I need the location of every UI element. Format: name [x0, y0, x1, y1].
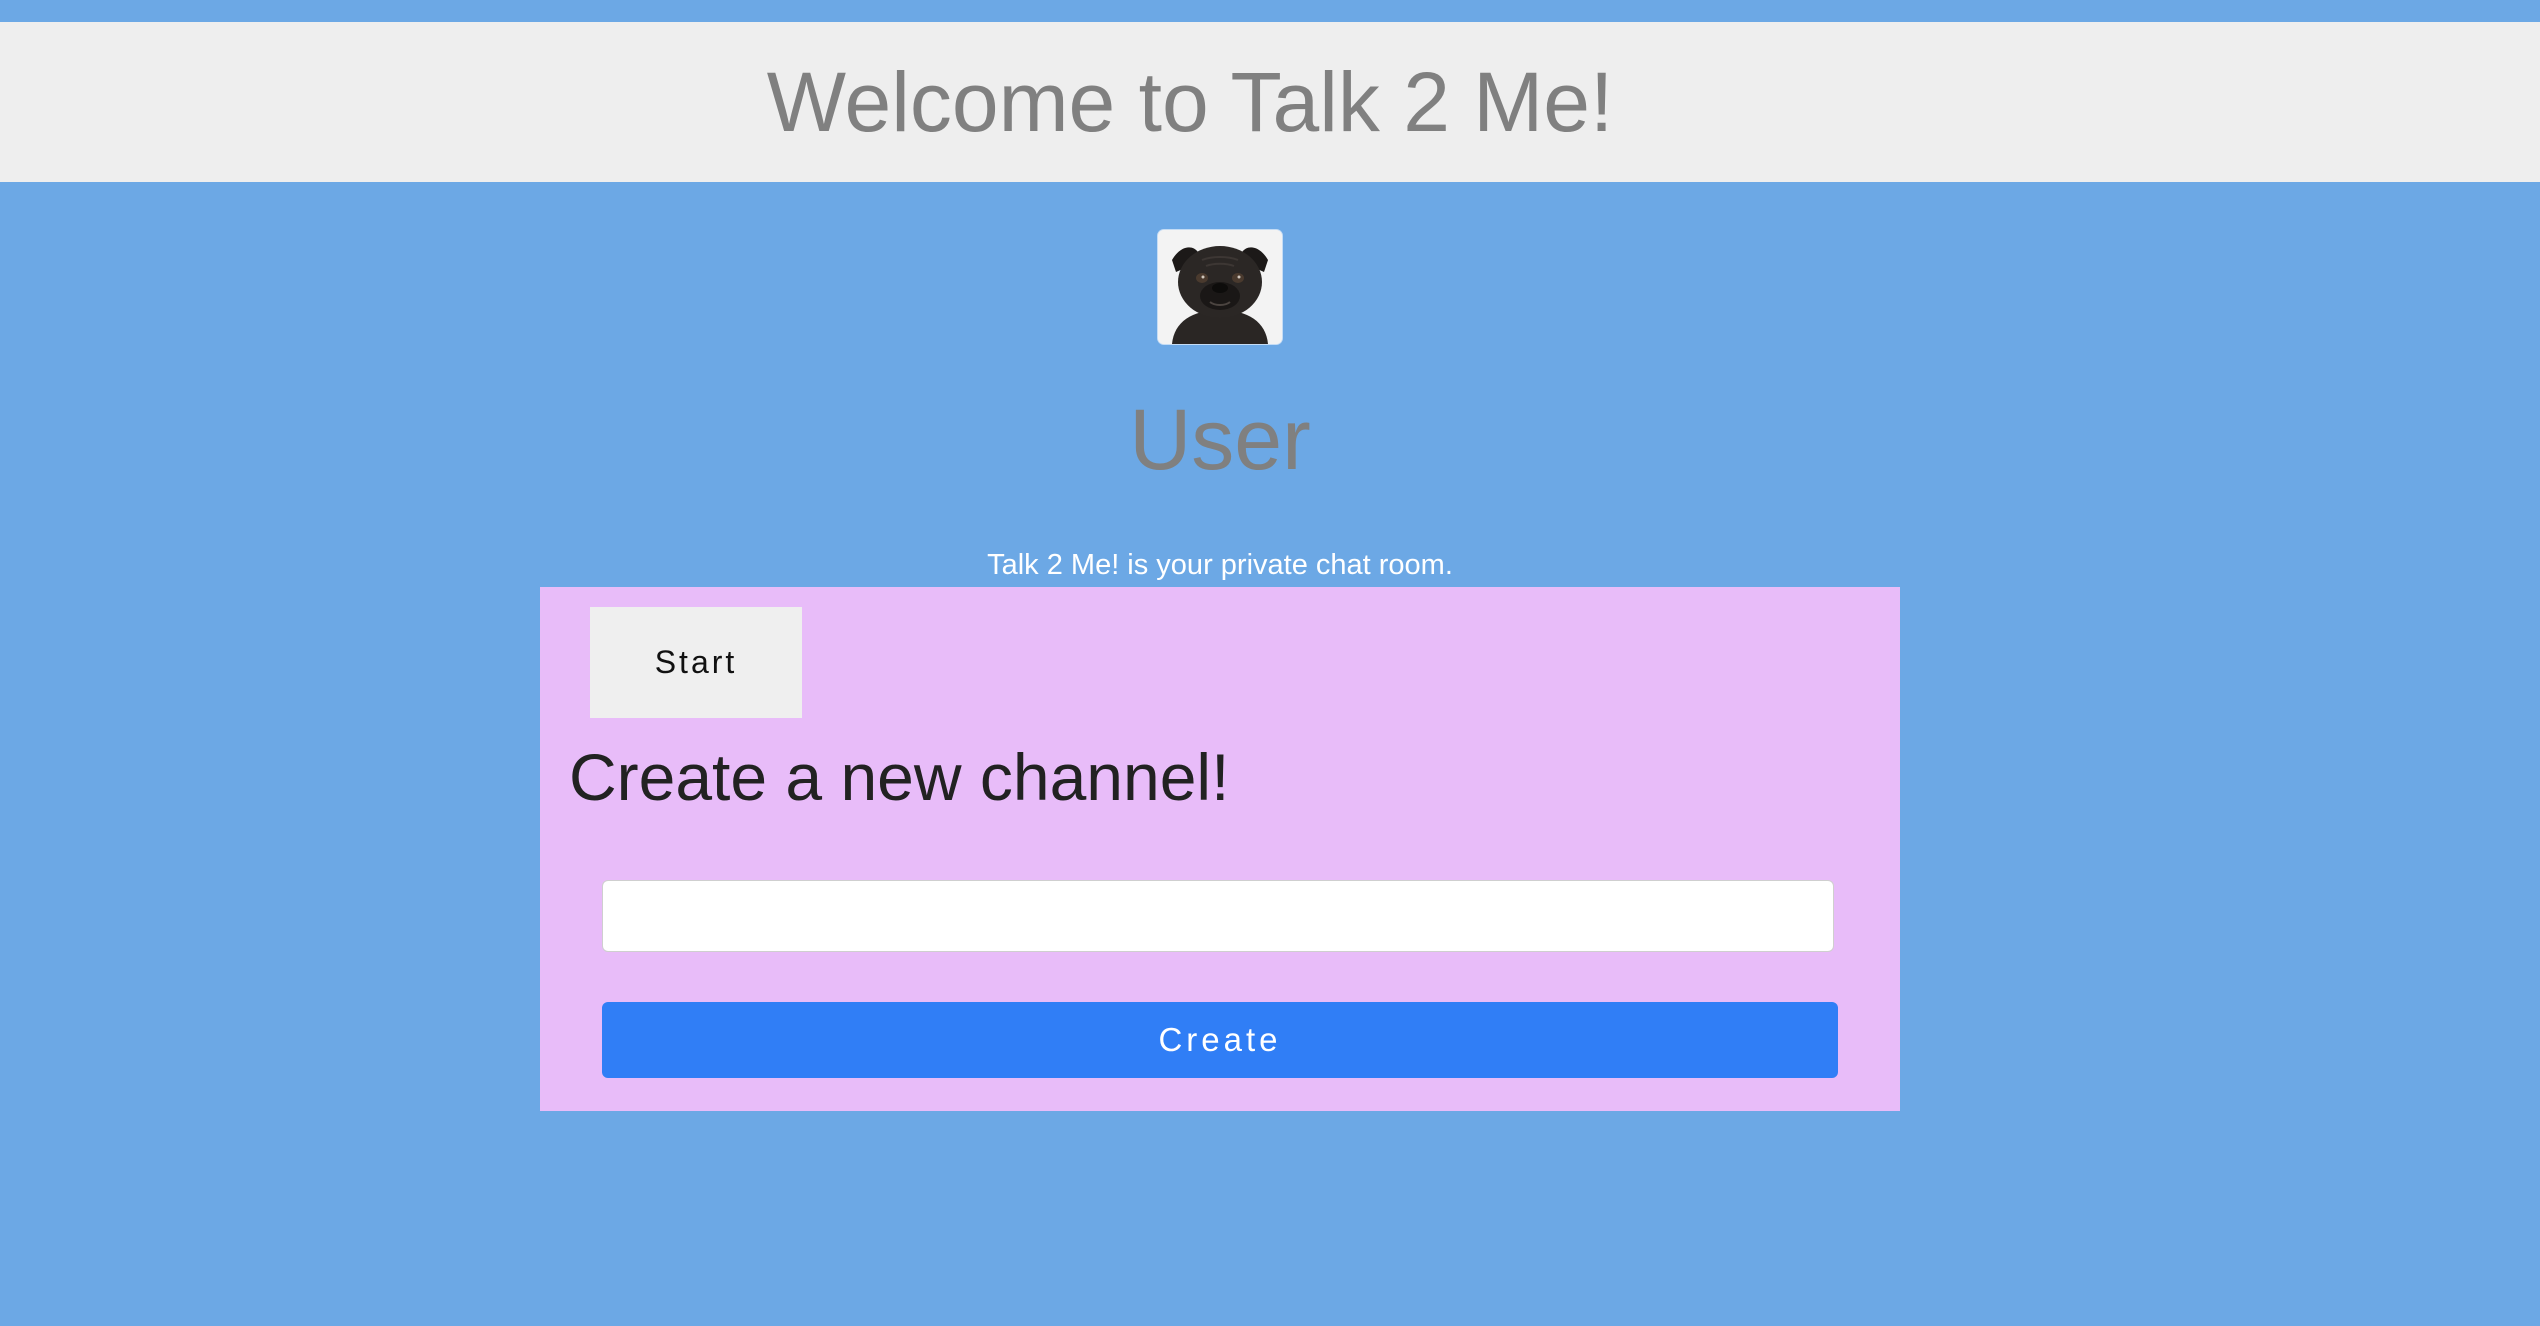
create-channel-heading: Create a new channel! — [569, 740, 1230, 814]
start-button[interactable]: Start — [590, 607, 802, 718]
channel-name-input[interactable] — [602, 880, 1834, 952]
app-tagline: Talk 2 Me! is your private chat room. — [987, 549, 1453, 581]
user-avatar — [1158, 230, 1282, 344]
page-header: Welcome to Talk 2 Me! — [0, 22, 2540, 182]
page-title: Welcome to Talk 2 Me! — [766, 55, 1614, 149]
create-button[interactable]: Create — [602, 1002, 1838, 1078]
pug-dog-avatar-icon — [1158, 230, 1282, 344]
channel-panel: Start Create a new channel! Create — [540, 587, 1900, 1111]
user-name: User — [1129, 392, 1311, 488]
